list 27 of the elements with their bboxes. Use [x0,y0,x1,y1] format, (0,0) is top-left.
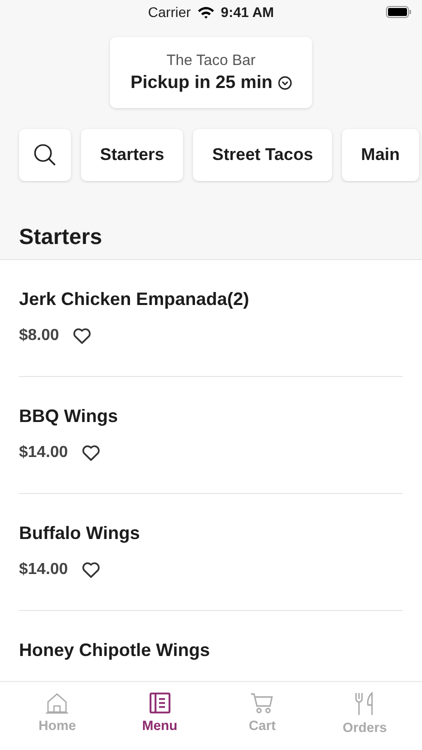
book-icon [148,692,171,714]
wifi-icon [196,6,215,18]
battery-icon [386,6,412,18]
chevron-down-icon [278,76,292,90]
item-price: $14.00 [19,444,68,462]
pickup-selector[interactable]: The Taco Bar Pickup in 25 min [110,37,312,108]
category-chip[interactable]: Starters [81,129,184,181]
tab-item[interactable]: Menu [108,682,211,750]
item-name[interactable]: Honey Chipotle Wings [19,640,210,661]
carrier-label: Carrier [148,4,191,20]
search-button[interactable] [19,129,71,181]
restaurant-name: The Taco Bar [166,52,256,69]
item-name[interactable]: Buffalo Wings [19,523,140,544]
item-price: $8.00 [19,327,60,345]
heart-icon[interactable] [82,562,100,578]
category-chip[interactable]: Main [342,129,419,181]
item-name[interactable]: BBQ Wings [19,406,118,427]
item-price: $14.00 [19,561,68,579]
item-name[interactable]: Jerk Chicken Empanada(2) [19,289,250,310]
search-icon [33,143,57,167]
heart-icon[interactable] [82,445,100,461]
category-chip[interactable]: Street Tacos [193,129,332,181]
cart-icon [250,692,274,714]
clock-time: 9:41 AM [220,4,274,20]
heart-icon[interactable] [73,328,92,344]
home-icon [45,692,70,714]
pickup-time: Pickup in 25 min [130,72,273,93]
